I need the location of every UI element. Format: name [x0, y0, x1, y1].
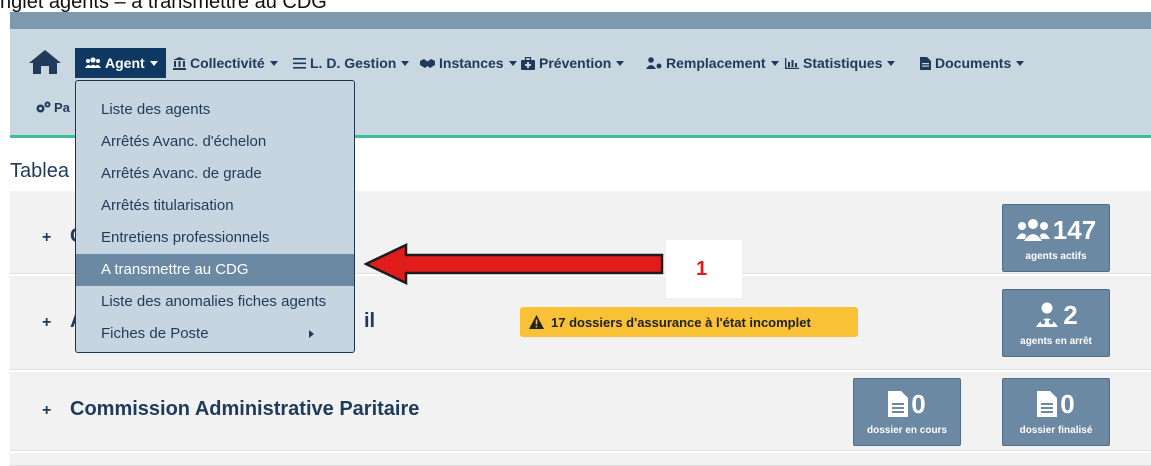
- nav-remplacement[interactable]: Remplacement: [646, 49, 779, 77]
- stat-dossier-en-cours[interactable]: 0 dossier en cours: [853, 378, 961, 446]
- nav-collectivite-label: Collectivité: [190, 55, 265, 71]
- top-bar: [10, 12, 1151, 29]
- user-medical-icon: [1036, 302, 1059, 327]
- stat-label: dossier en cours: [866, 425, 948, 436]
- medkit-icon: [521, 56, 535, 70]
- menu-item-arretes-titularisation[interactable]: Arrêtés titularisation: [76, 190, 354, 222]
- annotation-arrow: [364, 243, 664, 285]
- nav-prevention-label: Prévention: [539, 55, 612, 71]
- nav-documents-label: Documents: [935, 55, 1012, 71]
- nav-documents[interactable]: Documents: [920, 49, 1025, 77]
- expand-toggle[interactable]: +: [42, 229, 51, 247]
- nav-prevention[interactable]: Prévention: [521, 49, 625, 77]
- menu-item-liste-agents[interactable]: Liste des agents: [76, 94, 354, 126]
- menu-item-anomalies[interactable]: Liste des anomalies fiches agents: [76, 286, 354, 318]
- stat-value: 2: [1063, 299, 1078, 330]
- expand-toggle[interactable]: +: [42, 314, 51, 332]
- nav-instances[interactable]: Instances: [420, 49, 517, 77]
- expand-toggle[interactable]: +: [42, 402, 51, 420]
- menu-item-arretes-grade[interactable]: Arrêtés Avanc. de grade: [76, 158, 354, 190]
- nav-remplacement-label: Remplacement: [666, 55, 766, 71]
- menu-item-arretes-echelon[interactable]: Arrêtés Avanc. d'échelon: [76, 126, 354, 158]
- stat-value: 0: [1060, 388, 1075, 419]
- stat-label: dossier finalisé: [1019, 425, 1093, 436]
- nav-statistiques[interactable]: Statistiques: [785, 49, 896, 77]
- agent-dropdown-menu: Liste des agents Arrêtés Avanc. d'échelo…: [75, 80, 355, 353]
- handshake-icon: [420, 58, 435, 68]
- file-icon: [1037, 391, 1058, 417]
- stat-agents-actifs[interactable]: 147 agents actifs: [1002, 204, 1110, 272]
- stat-value: 147: [1052, 214, 1097, 245]
- page-title: Tablea: [10, 160, 69, 182]
- stat-agents-en-arret[interactable]: 2 agents en arrêt: [1002, 289, 1110, 357]
- stat-value: 0: [911, 388, 926, 419]
- dashboard-card-cap[interactable]: + Commission Administrative Paritaire 0 …: [10, 372, 1151, 451]
- nav-agent-label: Agent: [105, 55, 145, 71]
- dashboard-card-partial: [10, 453, 1151, 466]
- alert-text: 17 dossiers d'assurance à l'état incompl…: [551, 314, 811, 330]
- users-icon: [85, 57, 101, 68]
- chevron-down-icon: [401, 60, 410, 66]
- stat-dossier-finalise[interactable]: 0 dossier finalisé: [1002, 378, 1110, 446]
- stat-label: agents en arrêt: [1020, 336, 1092, 347]
- nav-parametres-label: Pa: [54, 99, 70, 115]
- chevron-down-icon: [269, 60, 278, 66]
- home-icon[interactable]: [28, 49, 62, 75]
- chevron-down-icon: [508, 60, 517, 66]
- gears-icon: [36, 101, 51, 112]
- institution-icon: [173, 56, 186, 70]
- nav-collectivite[interactable]: Collectivité: [173, 49, 278, 77]
- document-icon: [920, 56, 931, 70]
- file-icon: [888, 391, 909, 417]
- nav-parametres[interactable]: Pa: [35, 97, 70, 117]
- menu-item-transmettre-cdg[interactable]: A transmettre au CDG: [76, 254, 354, 286]
- nav-ld-gestion[interactable]: L. D. Gestion: [293, 49, 410, 77]
- bar-chart-icon: [785, 57, 799, 69]
- list-icon: [293, 57, 306, 69]
- card-title-fragment: il: [364, 310, 376, 332]
- nav-ld-gestion-label: L. D. Gestion: [310, 55, 397, 71]
- menu-item-fiches-poste[interactable]: Fiches de Poste: [76, 318, 354, 350]
- nav-statistiques-label: Statistiques: [803, 55, 883, 71]
- chevron-down-icon: [887, 60, 896, 66]
- card-title: Commission Administrative Paritaire: [70, 398, 420, 420]
- nav-agent[interactable]: Agent: [75, 48, 166, 78]
- warning-icon: [529, 315, 544, 329]
- insurance-alert-badge[interactable]: 17 dossiers d'assurance à l'état incompl…: [520, 307, 858, 337]
- chevron-down-icon: [149, 60, 158, 66]
- chevron-down-icon: [770, 60, 779, 66]
- users-icon: [1015, 219, 1050, 241]
- annotation-number: 1: [696, 258, 708, 280]
- chevron-down-icon: [1016, 60, 1025, 66]
- stat-label: agents actifs: [1025, 251, 1087, 262]
- user-swap-icon: [646, 57, 662, 69]
- chevron-down-icon: [616, 60, 625, 66]
- menu-item-entretiens[interactable]: Entretiens professionnels: [76, 222, 354, 254]
- nav-instances-label: Instances: [439, 55, 504, 71]
